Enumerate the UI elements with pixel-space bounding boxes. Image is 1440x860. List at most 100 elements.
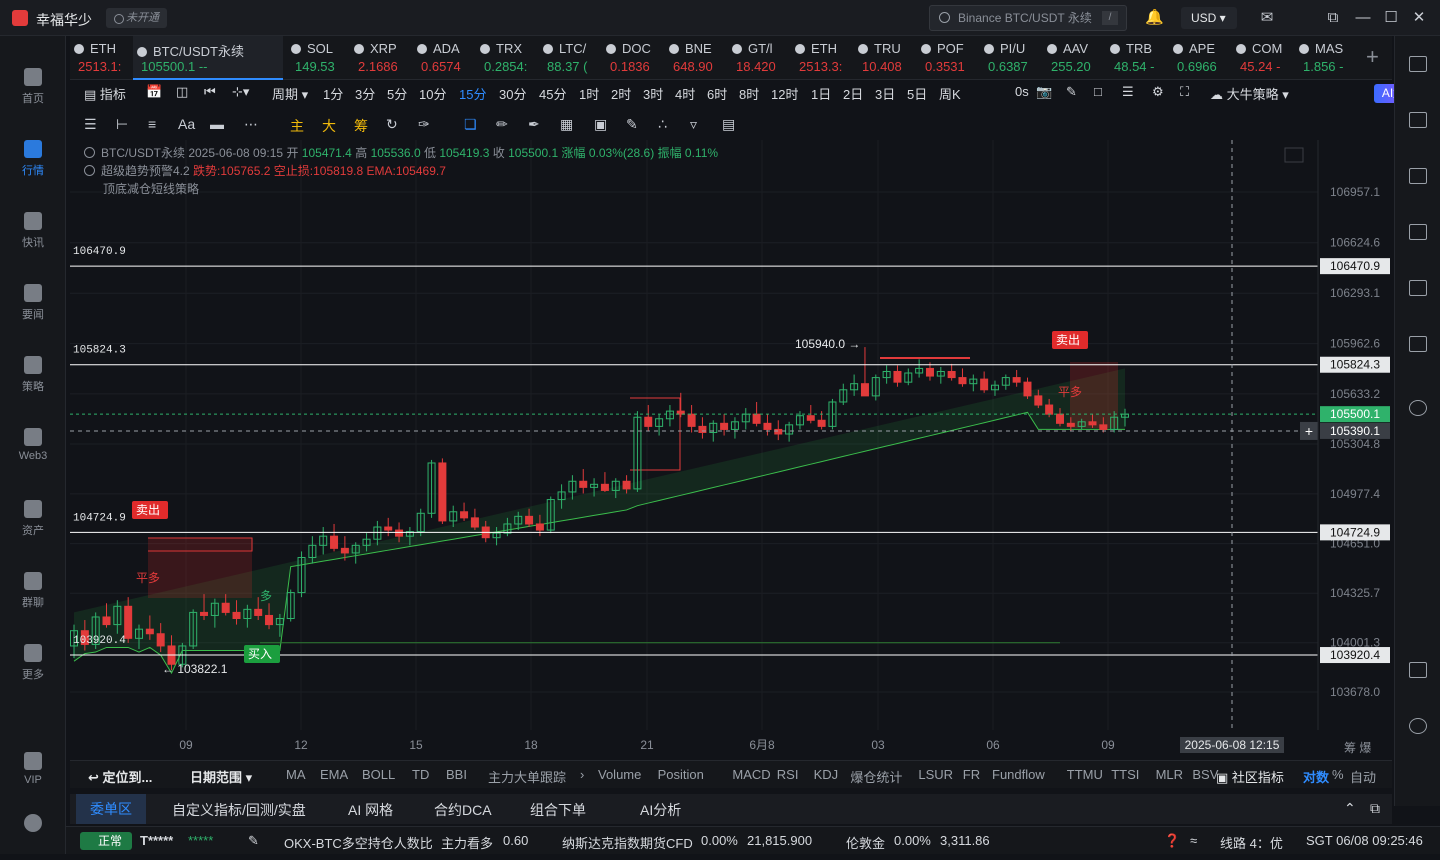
settings-icon[interactable] <box>0 804 66 860</box>
trash-icon[interactable]: ▤ <box>722 116 735 133</box>
rewind-icon[interactable]: ⏮ <box>204 84 216 100</box>
menu-icon[interactable]: ☰ <box>84 116 97 133</box>
sub-indicator-11[interactable]: MLR <box>1156 767 1183 782</box>
ticker-tab[interactable]: ETH 2513.1: <box>70 36 133 80</box>
ticker-tab[interactable]: TRB 48.54 - <box>1106 36 1169 80</box>
ticker-tab[interactable]: AAV 255.20 <box>1043 36 1106 80</box>
nav-strategy[interactable]: 策略 <box>0 346 66 402</box>
ticker-tab[interactable]: COM 45.24 - <box>1232 36 1295 80</box>
main-chip[interactable]: 主 <box>290 116 304 136</box>
pencil-icon[interactable]: ✏ <box>496 116 508 133</box>
ticker-tab[interactable]: ADA 0.6574 <box>413 36 476 80</box>
ticker-tab[interactable]: GT/l 18.420 <box>728 36 791 80</box>
scale-buttons[interactable]: 筹 爆 <box>1344 741 1371 755</box>
chevron-right-icon[interactable]: › <box>580 767 584 782</box>
camera-icon[interactable]: 📷 <box>1036 84 1052 100</box>
status-item-name[interactable]: OKX-BTC多空持仓人数比 <box>284 833 433 852</box>
currency-select[interactable]: USD ▾ <box>1181 7 1237 29</box>
interval-7[interactable]: 1时 <box>579 84 599 103</box>
interval-6[interactable]: 45分 <box>539 84 566 103</box>
nav-wallet[interactable]: 资产 <box>0 490 66 546</box>
close-icon[interactable]: ✕ <box>1410 9 1428 27</box>
pattern-icon[interactable]: ▦ <box>560 116 573 133</box>
text-tool-icon[interactable]: Aa <box>178 116 195 132</box>
indicator-2[interactable]: BOLL <box>362 767 395 782</box>
indicator-4[interactable]: BBI <box>446 767 467 782</box>
ticker-tab[interactable]: XRP 2.1686 <box>350 36 413 80</box>
pen-icon[interactable]: ✎ <box>1066 84 1077 100</box>
nav-home[interactable]: 首页 <box>0 58 66 114</box>
status-item-name[interactable]: 伦敦金 <box>846 833 885 852</box>
ruler-icon[interactable]: ▬ <box>210 116 224 132</box>
candle-type-icon[interactable]: ⊹▾ <box>232 84 249 100</box>
interval-0[interactable]: 1分 <box>323 84 343 103</box>
log-scale-toggle[interactable]: 对数 <box>1303 767 1329 786</box>
interval-13[interactable]: 12时 <box>771 84 798 103</box>
interval-15[interactable]: 2日 <box>843 84 863 103</box>
interval-4[interactable]: 15分 <box>459 84 486 103</box>
nav-web3[interactable]: Web3 <box>0 418 66 474</box>
interval-1[interactable]: 3分 <box>355 84 375 103</box>
ticker-tab[interactable]: SOL 149.53 <box>287 36 350 80</box>
legend-toggle-icon[interactable] <box>84 165 95 176</box>
fullscreen-icon[interactable]: ⛶ <box>1180 84 1189 100</box>
exchange-icon[interactable] <box>1409 400 1427 416</box>
sub-indicator-2[interactable]: MACD <box>732 767 770 782</box>
indicator-5[interactable]: 主力大单跟踪 <box>488 767 566 786</box>
date-range-select[interactable]: 日期范围 ▾ <box>190 767 252 786</box>
interval-11[interactable]: 6时 <box>707 84 727 103</box>
user-name[interactable]: T***** <box>140 833 173 848</box>
line-tool-icon[interactable]: ⊢ <box>116 116 128 133</box>
symbol-search-input[interactable]: Binance BTC/USDT 永续 / <box>929 5 1127 31</box>
chip-distribution[interactable]: 筹 <box>354 116 368 136</box>
strategy-select[interactable]: ☁ 大牛策略 ▾ <box>1210 84 1289 103</box>
edit-icon[interactable]: ✎ <box>248 833 259 849</box>
ticker-tab[interactable]: DOC 0.1836 <box>602 36 665 80</box>
nav-market-chart[interactable]: 行情 <box>0 130 66 186</box>
ticker-tab[interactable]: ETH 2513.3: <box>791 36 854 80</box>
locate-button[interactable]: ↩ 定位到... <box>88 767 152 786</box>
minimize-icon[interactable]: — <box>1354 9 1372 27</box>
sub-indicator-5[interactable]: 爆仓统计 <box>850 767 902 786</box>
settings-gear-icon[interactable]: ⚙ <box>1152 84 1164 100</box>
ticker-tab[interactable]: POF 0.3531 <box>917 36 980 80</box>
interval-5[interactable]: 30分 <box>499 84 526 103</box>
ticker-tab[interactable]: APE 0.6966 <box>1169 36 1232 80</box>
sub-indicator-4[interactable]: KDJ <box>814 767 839 782</box>
more-tools-icon[interactable]: ⋯ <box>244 116 258 133</box>
maximize-icon[interactable]: ☐ <box>1382 9 1400 27</box>
ticker-tab[interactable]: BNE 648.90 <box>665 36 728 80</box>
panel-tab-3[interactable]: 合约DCA <box>434 800 492 820</box>
nav-vip-diamond[interactable]: VIP <box>0 742 66 798</box>
frame-icon[interactable]: □ <box>1094 84 1102 99</box>
sub-indicator-12[interactable]: BSV <box>1192 767 1218 782</box>
panel-tab-0[interactable]: 委单区 <box>76 794 146 824</box>
filter-icon[interactable]: ▿ <box>690 116 697 133</box>
ticker-tab[interactable]: PI/U 0.6387 <box>980 36 1043 80</box>
bell-icon[interactable]: 🔔 <box>1145 9 1164 27</box>
cycle-icon[interactable]: ↻ <box>386 116 398 133</box>
interval-2[interactable]: 5分 <box>387 84 407 103</box>
sub-indicator-7[interactable]: FR <box>963 767 980 782</box>
lock-icon[interactable]: ▣ <box>594 116 607 133</box>
interval-9[interactable]: 3时 <box>643 84 663 103</box>
ticker-tab[interactable]: MAS 1.856 - <box>1295 36 1358 80</box>
help-icon[interactable]: ❓ <box>1164 833 1180 849</box>
layout-panel-icon[interactable] <box>1409 662 1427 678</box>
calendar-icon[interactable]: 📅 <box>146 84 162 100</box>
sub-indicator-10[interactable]: TTSI <box>1111 767 1139 782</box>
status-item-name[interactable]: 纳斯达克指数期货CFD <box>562 833 693 852</box>
nav-news[interactable]: 快讯 <box>0 202 66 258</box>
ticker-tab[interactable]: BTC/USDT永续 105500.1 -- <box>133 36 283 80</box>
percent-scale-toggle[interactable]: % <box>1332 767 1344 782</box>
period-select[interactable]: 周期 ▾ <box>272 84 308 103</box>
sub-indicator-6[interactable]: LSUR <box>918 767 953 782</box>
collapse-icon[interactable]: ⌃ <box>1344 800 1356 817</box>
add-ticker-button[interactable]: + <box>1366 44 1379 70</box>
dollar-icon[interactable] <box>1409 168 1427 184</box>
network-line[interactable]: 线路 4：优 <box>1220 833 1283 852</box>
mail-icon[interactable]: ✉ <box>1258 9 1276 27</box>
nav-headline[interactable]: 要闻 <box>0 274 66 330</box>
card-icon[interactable] <box>1409 336 1427 352</box>
list-icon[interactable]: ☰ <box>1122 84 1134 100</box>
